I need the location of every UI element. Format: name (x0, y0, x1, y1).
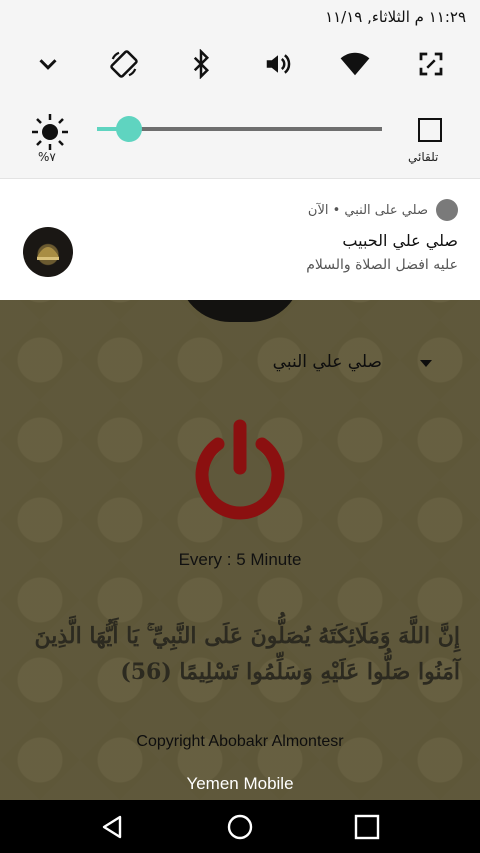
auto-rotate-icon[interactable] (104, 44, 144, 84)
notification-app-name: صلي على النبي • الآن (307, 202, 428, 218)
bluetooth-icon[interactable] (181, 44, 221, 84)
power-button[interactable] (188, 414, 292, 524)
brightness-slider-track[interactable] (110, 127, 382, 131)
quick-settings-row (0, 44, 480, 84)
brightness-slider-thumb[interactable] (116, 116, 143, 142)
dropdown-arrow-icon (420, 360, 432, 367)
interval-text: Every : 5 Minute (178, 550, 302, 569)
notification-title: صلي علي الحبيب (342, 231, 458, 250)
wifi-icon[interactable] (335, 44, 375, 84)
copyright-text: Copyright Abobakr Almontesr (136, 733, 344, 750)
status-time-date: ١١:٢٩ م الثلاثاء, ١١/١٩ (325, 8, 466, 26)
notification-avatar (23, 227, 73, 277)
notification-card[interactable]: صلي على النبي • الآن صلي علي الحبيب عليه… (0, 178, 480, 300)
screen-expand-icon[interactable] (411, 44, 451, 84)
navigation-bar (0, 800, 480, 853)
notification-shade: ١١:٢٩ م الثلاثاء, ١١/١٩ %٧ تلقائي صلي عل… (0, 0, 480, 300)
auto-brightness-checkbox[interactable] (418, 118, 442, 142)
home-icon[interactable] (225, 812, 255, 842)
carrier-label: Yemen Mobile (186, 774, 294, 793)
brightness-icon (30, 112, 70, 152)
notification-text: عليه افضل الصلاة والسلام (306, 257, 458, 273)
back-icon[interactable] (98, 812, 128, 842)
recents-icon[interactable] (352, 812, 382, 842)
brightness-row: %٧ تلقائي (0, 108, 480, 168)
volume-icon[interactable] (258, 44, 298, 84)
auto-brightness-label: تلقائي (408, 150, 439, 164)
app-icon (436, 199, 458, 221)
chevron-down-icon[interactable] (28, 44, 68, 84)
notification-header: صلي على النبي • الآن (308, 199, 458, 221)
brightness-percent: %٧ (38, 150, 56, 164)
quran-verse: إِنَّ اللَّهَ وَمَلَائِكَتَهُ يُصَلُّونَ… (34, 623, 461, 685)
dropdown-selected-value: صلي علي النبي (272, 352, 382, 372)
prayer-dropdown[interactable]: صلي علي النبي (260, 350, 440, 380)
